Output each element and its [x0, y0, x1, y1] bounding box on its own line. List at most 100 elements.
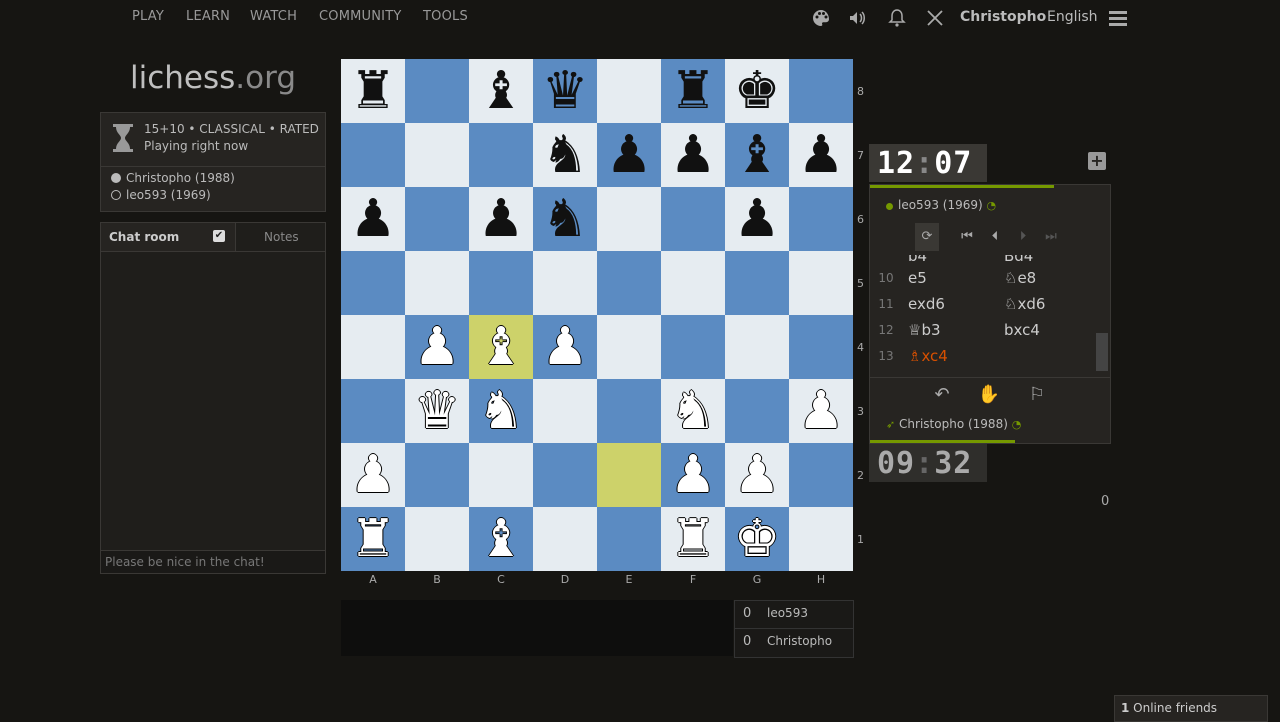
square-e1[interactable] — [597, 507, 661, 571]
white-pawn-a2[interactable]: ♟ — [341, 443, 405, 507]
square-h6[interactable] — [789, 187, 853, 251]
square-e3[interactable] — [597, 379, 661, 443]
move-black[interactable]: Bd4 — [1004, 255, 1033, 265]
square-b7[interactable] — [405, 123, 469, 187]
square-b5[interactable] — [405, 251, 469, 315]
black-rook-a8[interactable]: ♜ — [341, 59, 405, 123]
resign-flag-icon[interactable]: ⚐ — [1023, 382, 1051, 408]
square-c5[interactable] — [469, 251, 533, 315]
square-c7[interactable] — [469, 123, 533, 187]
square-c2[interactable] — [469, 443, 533, 507]
move-white[interactable]: exd6 — [908, 295, 945, 313]
site-logo[interactable]: lichess.org — [130, 60, 296, 96]
white-king-g1[interactable]: ♚ — [725, 507, 789, 571]
square-f5[interactable] — [661, 251, 725, 315]
bell-icon[interactable] — [887, 8, 907, 28]
square-d3[interactable] — [533, 379, 597, 443]
move-black[interactable]: bxc4 — [1004, 321, 1040, 339]
online-friends-bar[interactable]: 1 Online friends — [1114, 695, 1268, 722]
nav-learn[interactable]: LEARN — [186, 9, 230, 24]
square-d5[interactable] — [533, 251, 597, 315]
black-pawn-c6[interactable]: ♟ — [469, 187, 533, 251]
black-pawn-f7[interactable]: ♟ — [661, 123, 725, 187]
flip-board-icon[interactable]: ⟳ — [915, 223, 939, 251]
nav-community[interactable]: COMMUNITY — [319, 9, 402, 24]
square-e5[interactable] — [597, 251, 661, 315]
move-list-scrollbar[interactable] — [1096, 333, 1108, 371]
white-bishop-c1[interactable]: ♝ — [469, 507, 533, 571]
black-bishop-c8[interactable]: ♝ — [469, 59, 533, 123]
chat-toggle-checkbox[interactable]: ✔ — [213, 230, 225, 242]
prev-move-icon[interactable]: ⏴ — [983, 223, 1007, 251]
black-bishop-g7[interactable]: ♝ — [725, 123, 789, 187]
offer-draw-icon[interactable]: ✋ — [975, 382, 1003, 408]
menu-icon[interactable] — [1108, 8, 1128, 28]
move-white-active[interactable]: ♗xc4 — [908, 347, 948, 365]
nav-watch[interactable]: WATCH — [250, 9, 297, 24]
nav-play[interactable]: PLAY — [132, 9, 164, 24]
square-e8[interactable] — [597, 59, 661, 123]
white-pawn-g2[interactable]: ♟ — [725, 443, 789, 507]
last-move-icon[interactable]: ⏭ — [1039, 223, 1063, 251]
square-e6[interactable] — [597, 187, 661, 251]
square-g4[interactable] — [725, 315, 789, 379]
black-knight-d7[interactable]: ♞ — [533, 123, 597, 187]
black-pawn-g6[interactable]: ♟ — [725, 187, 789, 251]
square-a3[interactable] — [341, 379, 405, 443]
square-f6[interactable] — [661, 187, 725, 251]
square-b1[interactable] — [405, 507, 469, 571]
palette-icon[interactable] — [811, 8, 831, 28]
swords-icon[interactable] — [925, 8, 945, 28]
white-pawn-d4[interactable]: ♟ — [533, 315, 597, 379]
white-pawn-f2[interactable]: ♟ — [661, 443, 725, 507]
square-b8[interactable] — [405, 59, 469, 123]
white-pawn-b4[interactable]: ♟ — [405, 315, 469, 379]
white-queen-b3[interactable]: ♛ — [405, 379, 469, 443]
nav-tools[interactable]: TOOLS — [423, 9, 468, 24]
black-pawn-a6[interactable]: ♟ — [341, 187, 405, 251]
own-player[interactable]: ➶ Christopho (1988) ◔ — [886, 417, 1021, 431]
move-black[interactable]: ♘e8 — [1004, 269, 1036, 287]
takeback-icon[interactable]: ↶ — [928, 382, 956, 408]
white-player-entry[interactable]: Christopho (1988) — [111, 171, 235, 185]
square-h2[interactable] — [789, 443, 853, 507]
square-h8[interactable] — [789, 59, 853, 123]
move-white[interactable]: e5 — [908, 269, 927, 287]
square-a5[interactable] — [341, 251, 405, 315]
square-g5[interactable] — [725, 251, 789, 315]
white-knight-f3[interactable]: ♞ — [661, 379, 725, 443]
square-e2[interactable] — [597, 443, 661, 507]
square-g3[interactable] — [725, 379, 789, 443]
chess-board[interactable]: ♜ ♝ ♛ ♜ ♚ ♞ ♟ ♟ ♝ ♟ ♟ ♟ ♞ ♟ ♟ ♝ ♟ ♛ ♞ ♞ ♟ ♟ ♟ ♟ ♜ ♝ ♜ ♚ — [341, 59, 853, 571]
move-white[interactable]: ♕b3 — [908, 321, 941, 339]
black-king-g8[interactable]: ♚ — [725, 59, 789, 123]
square-d2[interactable] — [533, 443, 597, 507]
square-h5[interactable] — [789, 251, 853, 315]
square-f4[interactable] — [661, 315, 725, 379]
language-selector[interactable]: English — [1047, 9, 1098, 25]
square-a7[interactable] — [341, 123, 405, 187]
black-pawn-h7[interactable]: ♟ — [789, 123, 853, 187]
square-h1[interactable] — [789, 507, 853, 571]
white-rook-a1[interactable]: ♜ — [341, 507, 405, 571]
black-player-entry[interactable]: leo593 (1969) — [111, 188, 211, 202]
black-rook-f8[interactable]: ♜ — [661, 59, 725, 123]
black-queen-d8[interactable]: ♛ — [533, 59, 597, 123]
square-h4[interactable] — [789, 315, 853, 379]
tab-notes[interactable]: Notes — [235, 223, 326, 251]
add-time-button[interactable]: + — [1088, 152, 1106, 170]
white-rook-f1[interactable]: ♜ — [661, 507, 725, 571]
square-b6[interactable] — [405, 187, 469, 251]
first-move-icon[interactable]: ⏮ — [955, 223, 979, 251]
square-b2[interactable] — [405, 443, 469, 507]
white-pawn-h3[interactable]: ♟ — [789, 379, 853, 443]
opponent-player[interactable]: leo593 (1969) ◔ — [886, 198, 996, 212]
square-d1[interactable] — [533, 507, 597, 571]
square-a4[interactable] — [341, 315, 405, 379]
next-move-icon[interactable]: ⏵ — [1011, 223, 1035, 251]
white-knight-c3[interactable]: ♞ — [469, 379, 533, 443]
move-white[interactable]: b4 — [908, 255, 927, 265]
black-pawn-e7[interactable]: ♟ — [597, 123, 661, 187]
tab-chat-room[interactable]: Chat room ✔ — [101, 223, 235, 251]
square-e4[interactable] — [597, 315, 661, 379]
